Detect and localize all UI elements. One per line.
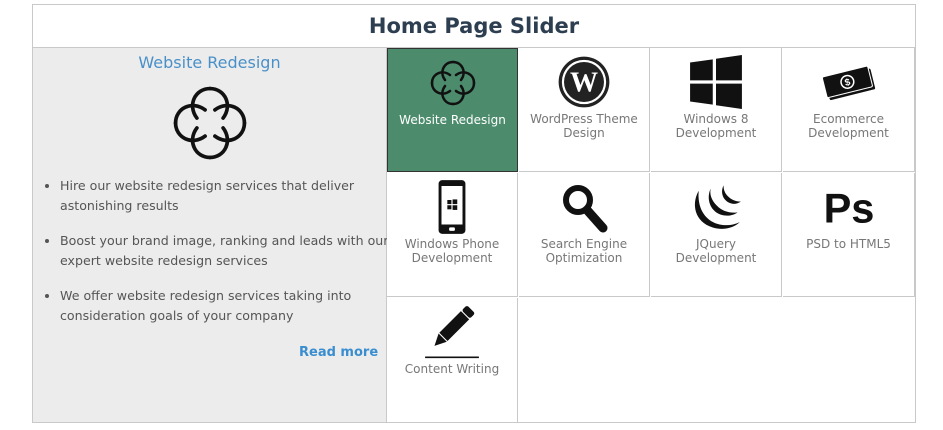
tile-jquery-development[interactable]: JQuery Development [651, 173, 782, 297]
slider-header: Home Page Slider [33, 5, 915, 48]
swirl-logo-icon [430, 60, 475, 106]
tile-label: Windows 8 Development [675, 112, 757, 140]
tile-label: PSD to HTML5 [806, 237, 891, 251]
tile-label: Search Engine Optimization [540, 237, 628, 265]
slider-panel: Home Page Slider Website Redesign Hire o… [32, 4, 916, 423]
tile-label: WordPress Theme Design [530, 112, 638, 140]
swirl-logo-icon [173, 86, 247, 160]
tile-label: Windows Phone Development [404, 237, 500, 265]
tile-psd-to-html5[interactable]: Ps PSD to HTML5 [783, 173, 915, 297]
windows-phone-icon [438, 180, 466, 234]
svg-text:W: W [570, 68, 598, 99]
service-grid: Website Redesign W WordPress Theme Desig… [387, 48, 915, 423]
tile-label: Content Writing [404, 362, 500, 376]
tile-label: Website Redesign [399, 113, 506, 127]
tile-wordpress-theme-design[interactable]: W WordPress Theme Design [519, 48, 650, 172]
detail-panel: Website Redesign Hire our website redesi… [33, 48, 388, 422]
read-more-link[interactable]: Read more [299, 345, 378, 360]
tile-website-redesign[interactable]: Website Redesign [387, 48, 518, 172]
detail-bullet: Hire our website redesign services that … [60, 176, 395, 216]
search-icon [563, 185, 608, 233]
windows-icon [690, 55, 742, 109]
detail-bullet: We offer website redesign services takin… [60, 286, 395, 326]
detail-bullet-list: Hire our website redesign services that … [43, 176, 395, 341]
dollar-bill-icon: $ [821, 65, 875, 101]
detail-title: Website Redesign [138, 53, 281, 72]
tile-ecommerce-development[interactable]: $ Ecommerce Development [783, 48, 915, 172]
tile-windows-phone-development[interactable]: Windows Phone Development [387, 173, 518, 297]
wordpress-icon: W [558, 56, 610, 108]
photoshop-icon: Ps [823, 184, 874, 231]
pencil-icon [425, 306, 479, 359]
svg-text:Ps: Ps [823, 184, 874, 231]
tile-label: Ecommerce Development [808, 112, 889, 140]
page-title: Home Page Slider [368, 14, 580, 38]
tile-label: JQuery Development [675, 237, 757, 265]
detail-bullet: Boost your brand image, ranking and lead… [60, 231, 395, 271]
tile-search-engine-optimization[interactable]: Search Engine Optimization [519, 173, 650, 297]
jquery-icon [694, 185, 741, 229]
tile-windows-8-development[interactable]: Windows 8 Development [651, 48, 782, 172]
tile-content-writing[interactable]: Content Writing [387, 298, 518, 423]
